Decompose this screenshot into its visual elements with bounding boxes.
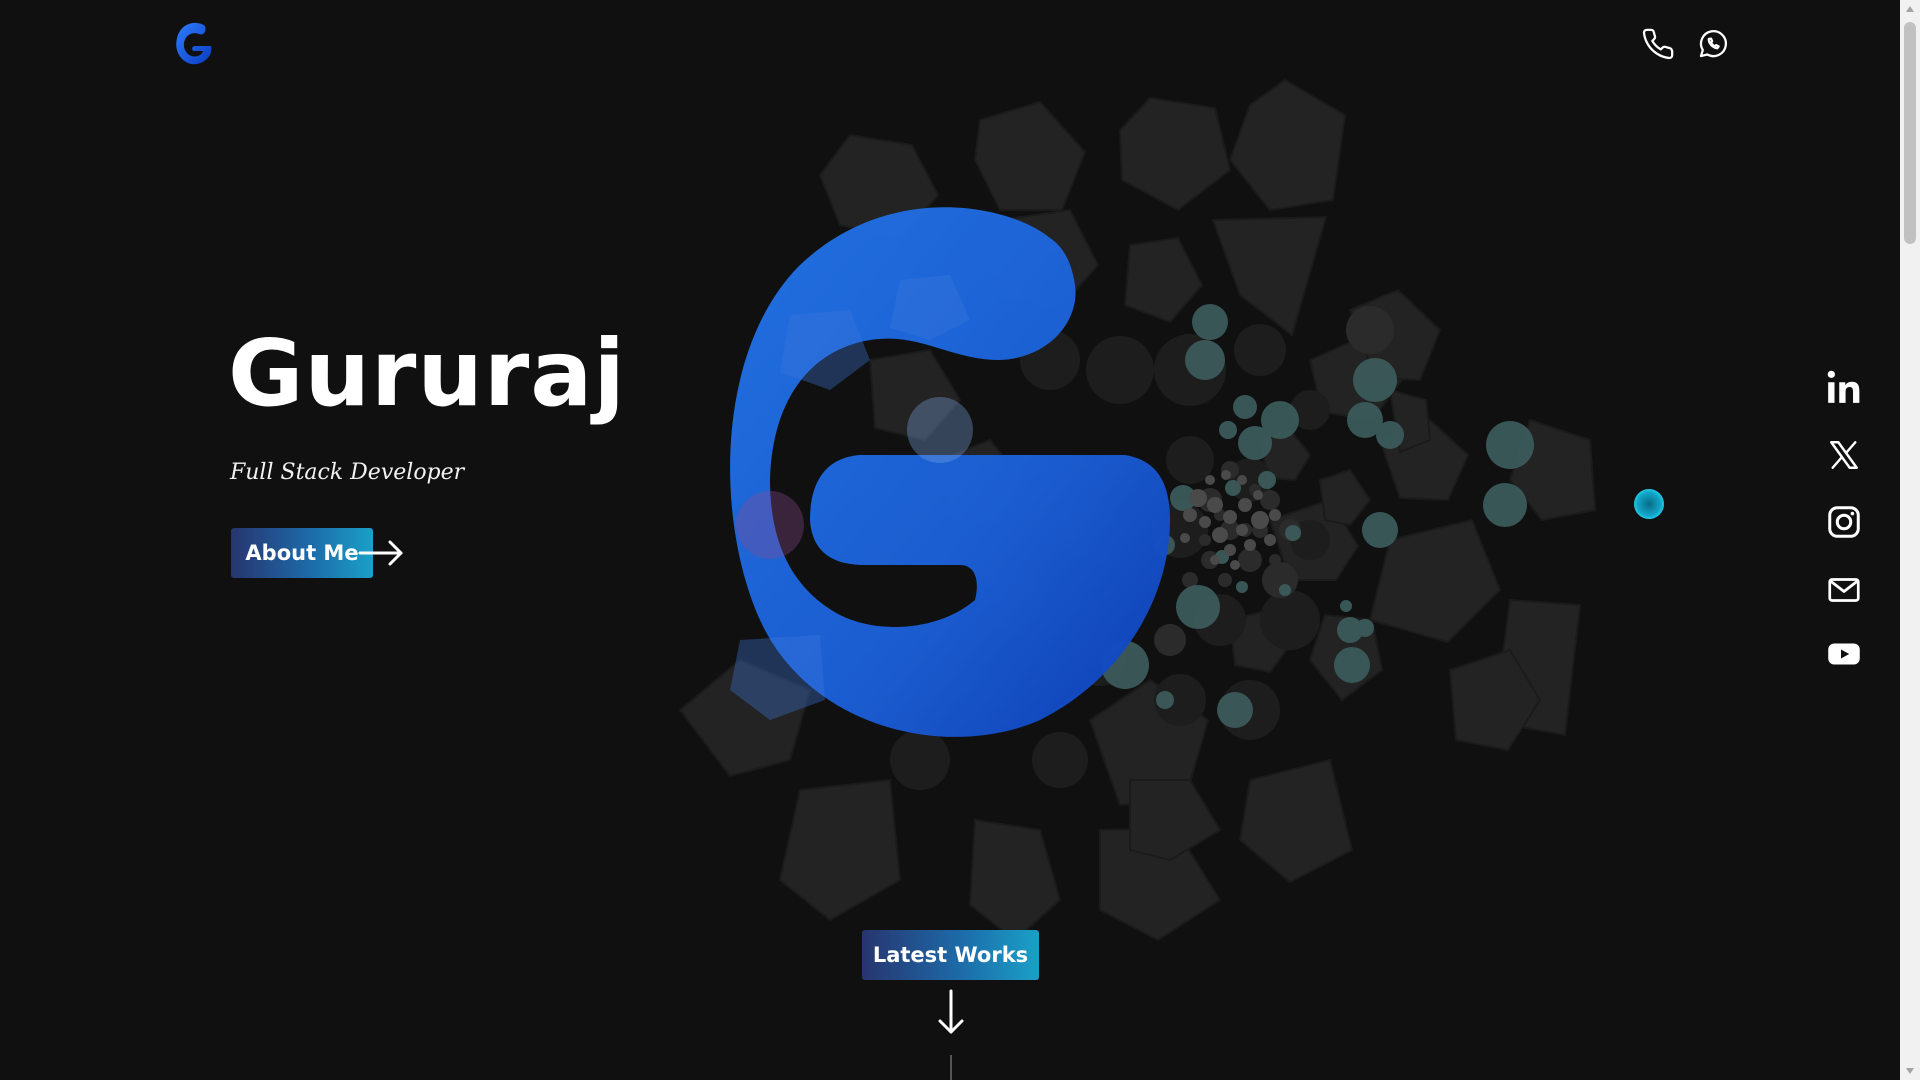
scroll-up-icon[interactable] <box>1900 0 1920 18</box>
cursor-dot <box>1634 489 1664 519</box>
hero-role: Full Stack Developer <box>230 460 465 485</box>
about-me-button[interactable]: About Me <box>231 528 373 578</box>
scrollbar[interactable] <box>1900 0 1920 1080</box>
linkedin-icon[interactable] <box>1820 363 1868 411</box>
hero-name: Gururaj <box>228 320 626 427</box>
hero-artwork <box>678 78 1597 942</box>
mail-icon[interactable] <box>1820 566 1868 614</box>
phone-icon[interactable] <box>1638 24 1678 64</box>
g-logo-icon[interactable] <box>171 18 219 70</box>
whatsapp-icon[interactable] <box>1693 24 1733 64</box>
page: Gururaj Full Stack Developer About Me La… <box>0 0 1900 1080</box>
latest-works-label: Latest Works <box>872 943 1029 967</box>
arrow-down-icon[interactable] <box>934 988 968 1038</box>
scroll-down-icon[interactable] <box>1900 1062 1920 1080</box>
arrow-right-icon <box>358 540 403 566</box>
about-me-label: About Me <box>245 541 359 565</box>
scroll-line <box>950 1055 952 1080</box>
scrollbar-thumb[interactable] <box>1904 22 1916 244</box>
youtube-icon[interactable] <box>1820 630 1868 678</box>
x-icon[interactable] <box>1820 431 1868 479</box>
instagram-icon[interactable] <box>1820 498 1868 546</box>
latest-works-button[interactable]: Latest Works <box>862 930 1039 980</box>
